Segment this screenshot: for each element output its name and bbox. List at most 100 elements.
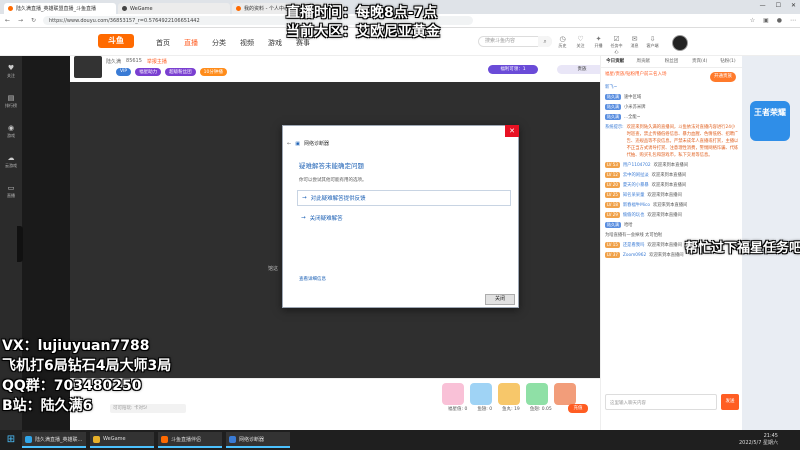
close-troubleshooter-option[interactable]: → 关闭疑难解答 xyxy=(297,210,511,226)
gift-icon[interactable] xyxy=(526,383,548,405)
chat-message: LV 12 云中的闲扯淡 欢迎来到本直播间 xyxy=(605,172,739,179)
minimize-icon[interactable]: — xyxy=(760,2,766,9)
chat-message: 陆久满 速中区域 xyxy=(605,94,739,101)
close-icon[interactable]: ✕ xyxy=(791,2,796,9)
fan-badge[interactable]: 陆久满 xyxy=(605,114,621,120)
douyu-logo[interactable]: 斗鱼 xyxy=(98,34,134,48)
user-avatar[interactable] xyxy=(672,35,688,51)
recharge-button[interactable]: 充值 xyxy=(568,404,588,413)
chat-username[interactable]: 新飞~ xyxy=(605,84,617,91)
nav-category[interactable]: 分类 xyxy=(212,38,226,48)
browser-tab-2[interactable]: WeGame xyxy=(118,3,230,14)
profile-icon[interactable]: ● xyxy=(777,17,782,24)
chat-username[interactable]: 知名呆呆童 xyxy=(623,192,644,199)
chat-username[interactable]: 偷偷的玩也 xyxy=(623,212,644,219)
back-icon[interactable]: ← xyxy=(4,17,11,24)
report-link[interactable]: 举报主播 xyxy=(147,58,167,65)
nav-games[interactable]: 游戏 xyxy=(268,38,282,48)
gift-icon[interactable] xyxy=(498,383,520,405)
back-arrow-icon[interactable]: ← xyxy=(287,141,291,147)
chat-input[interactable]: 这里输入聊天内容 xyxy=(605,394,717,410)
taskbar-item-browser[interactable]: 陆久满直播_英雄联... xyxy=(22,432,86,448)
sidebar-item-games[interactable]: ◉ 游戏 xyxy=(0,116,22,146)
level-badge: LV 37 xyxy=(605,252,620,258)
more-icon[interactable]: ⋯ xyxy=(790,17,796,24)
promo-banner[interactable]: 王者荣耀 xyxy=(750,101,790,141)
chat-username[interactable]: Zoom0962 xyxy=(623,252,646,259)
send-button[interactable]: 发送 xyxy=(721,394,739,410)
feedback-option[interactable]: → 对此疑难解答提供反馈 xyxy=(297,190,511,206)
douyu-favicon-icon xyxy=(8,6,13,11)
fan-badge[interactable]: 陆久满 xyxy=(605,222,621,228)
chat-message: LV 53 用户1104702 欢迎来到本直播间 xyxy=(605,162,739,169)
danmu-input[interactable]: 可可陪玩: 卡对5! xyxy=(110,404,186,413)
dialog-close-icon[interactable]: ✕ xyxy=(505,125,519,137)
chat-username[interactable]: 新春福牛Mico xyxy=(623,202,650,209)
arrow-right-icon: → xyxy=(302,195,307,201)
sidebar-item-live[interactable]: ▭ 直播 xyxy=(0,176,22,206)
tag-vip[interactable]: VIP xyxy=(116,68,132,76)
chat-text: 欢迎来到本直播间 xyxy=(651,183,687,188)
follow-button[interactable]: ♡ 关注 xyxy=(574,35,587,55)
dialog-close-button[interactable]: 关闭 xyxy=(485,294,515,305)
welfare-badge[interactable]: 福利可领：1 xyxy=(488,65,538,74)
search-icon[interactable]: ⌕ xyxy=(538,36,552,47)
chat-username[interactable]: 夏天的小暴暴 xyxy=(623,182,649,189)
maximize-icon[interactable]: ☐ xyxy=(776,2,781,9)
windows-start-icon[interactable]: ⊞ xyxy=(4,433,18,447)
tag-fortune[interactable]: 福星助力 xyxy=(135,68,162,76)
message-button[interactable]: ✉ 消息 xyxy=(628,35,641,55)
streamer-name[interactable]: 陆久满 xyxy=(106,58,121,65)
history-button[interactable]: ◷ 历史 xyxy=(556,35,569,55)
nav-video[interactable]: 视频 xyxy=(240,38,254,48)
tab-vip[interactable]: 贵宾(4) xyxy=(686,56,714,67)
tag-fan-club[interactable]: 超级粉丝团 xyxy=(165,68,196,76)
tab-fans[interactable]: 粉丝团 xyxy=(657,56,685,67)
refresh-icon[interactable]: ↻ xyxy=(30,17,37,24)
taskbar-clock[interactable]: 21:45 2022/5/7 星期六 xyxy=(739,433,778,447)
gift-icon[interactable] xyxy=(470,383,492,405)
taskbar-item-douyu[interactable]: 斗鱼直播伴侣 xyxy=(158,432,222,448)
fan-badge[interactable]: 陆久满 xyxy=(605,94,621,100)
gift-icon[interactable] xyxy=(554,383,576,405)
taskbar-item-diagnostics[interactable]: 网络诊断器 xyxy=(226,432,290,448)
view-details-link[interactable]: 查看详细信息 xyxy=(299,276,326,282)
overlay-rank-info: 飞机打6局钻石4局大师3局 xyxy=(2,358,172,374)
open-noble-button[interactable]: 开通贵族 xyxy=(710,72,736,82)
star-icon: ✦ xyxy=(595,35,602,43)
taskbar-item-wegame[interactable]: WeGame xyxy=(90,432,154,448)
nav-live[interactable]: 直播 xyxy=(184,38,198,48)
chat-username[interactable]: 云中的闲扯淡 xyxy=(623,172,649,179)
browser-tab-1[interactable]: 陆久满直播_英雄联盟直播_斗鱼直播 xyxy=(4,3,116,14)
overlay-qq: QQ群：703480250 xyxy=(2,378,142,394)
level-badge: LV 53 xyxy=(605,162,620,168)
task-center-button[interactable]: ☑ 任务中心 xyxy=(610,35,623,55)
chat-username[interactable]: 系统提示: xyxy=(605,124,624,131)
wegame-favicon-icon xyxy=(122,6,127,11)
gift-icon[interactable] xyxy=(442,383,464,405)
collections-icon[interactable]: ▣ xyxy=(763,17,769,24)
chat-username[interactable]: 还是看我吗 xyxy=(623,242,644,249)
chat-username[interactable]: 用户1104702 xyxy=(623,162,651,169)
overlay-vx: VX：lujiuyuan7788 xyxy=(2,338,150,354)
favorite-icon[interactable]: ☆ xyxy=(750,17,755,24)
tag-watch[interactable]: 10分钟播 xyxy=(199,68,227,76)
forward-icon[interactable]: → xyxy=(17,17,24,24)
video-caption: 馆这 xyxy=(268,266,279,272)
tab-diamond[interactable]: 钻粉(1) xyxy=(714,56,742,67)
room-meta: 陆久满 85615 举报主播 xyxy=(106,58,167,65)
chat-text: 速中区域 xyxy=(624,95,642,100)
browser-toolbar-icons: ☆ ▣ ● ⋯ xyxy=(750,17,796,24)
sidebar-item-follow[interactable]: ♥ 关注 xyxy=(0,56,22,86)
client-button[interactable]: ⇩ 客户端 xyxy=(646,35,659,55)
fan-badge[interactable]: 陆久满 xyxy=(605,104,621,110)
sidebar-collapse-handle[interactable] xyxy=(17,226,23,262)
sidebar-item-rank[interactable]: ▤ 排行榜 xyxy=(0,86,22,116)
tab-today[interactable]: 今日贡献 xyxy=(601,56,629,67)
tab-week[interactable]: 周贡献 xyxy=(629,56,657,67)
start-live-button[interactable]: ✦ 开播 xyxy=(592,35,605,55)
sidebar-item-cloud-games[interactable]: ☁ 云游戏 xyxy=(0,146,22,176)
chat-text: ...全能~ xyxy=(624,115,641,120)
nav-home[interactable]: 首页 xyxy=(156,38,170,48)
streamer-avatar[interactable] xyxy=(74,56,102,78)
